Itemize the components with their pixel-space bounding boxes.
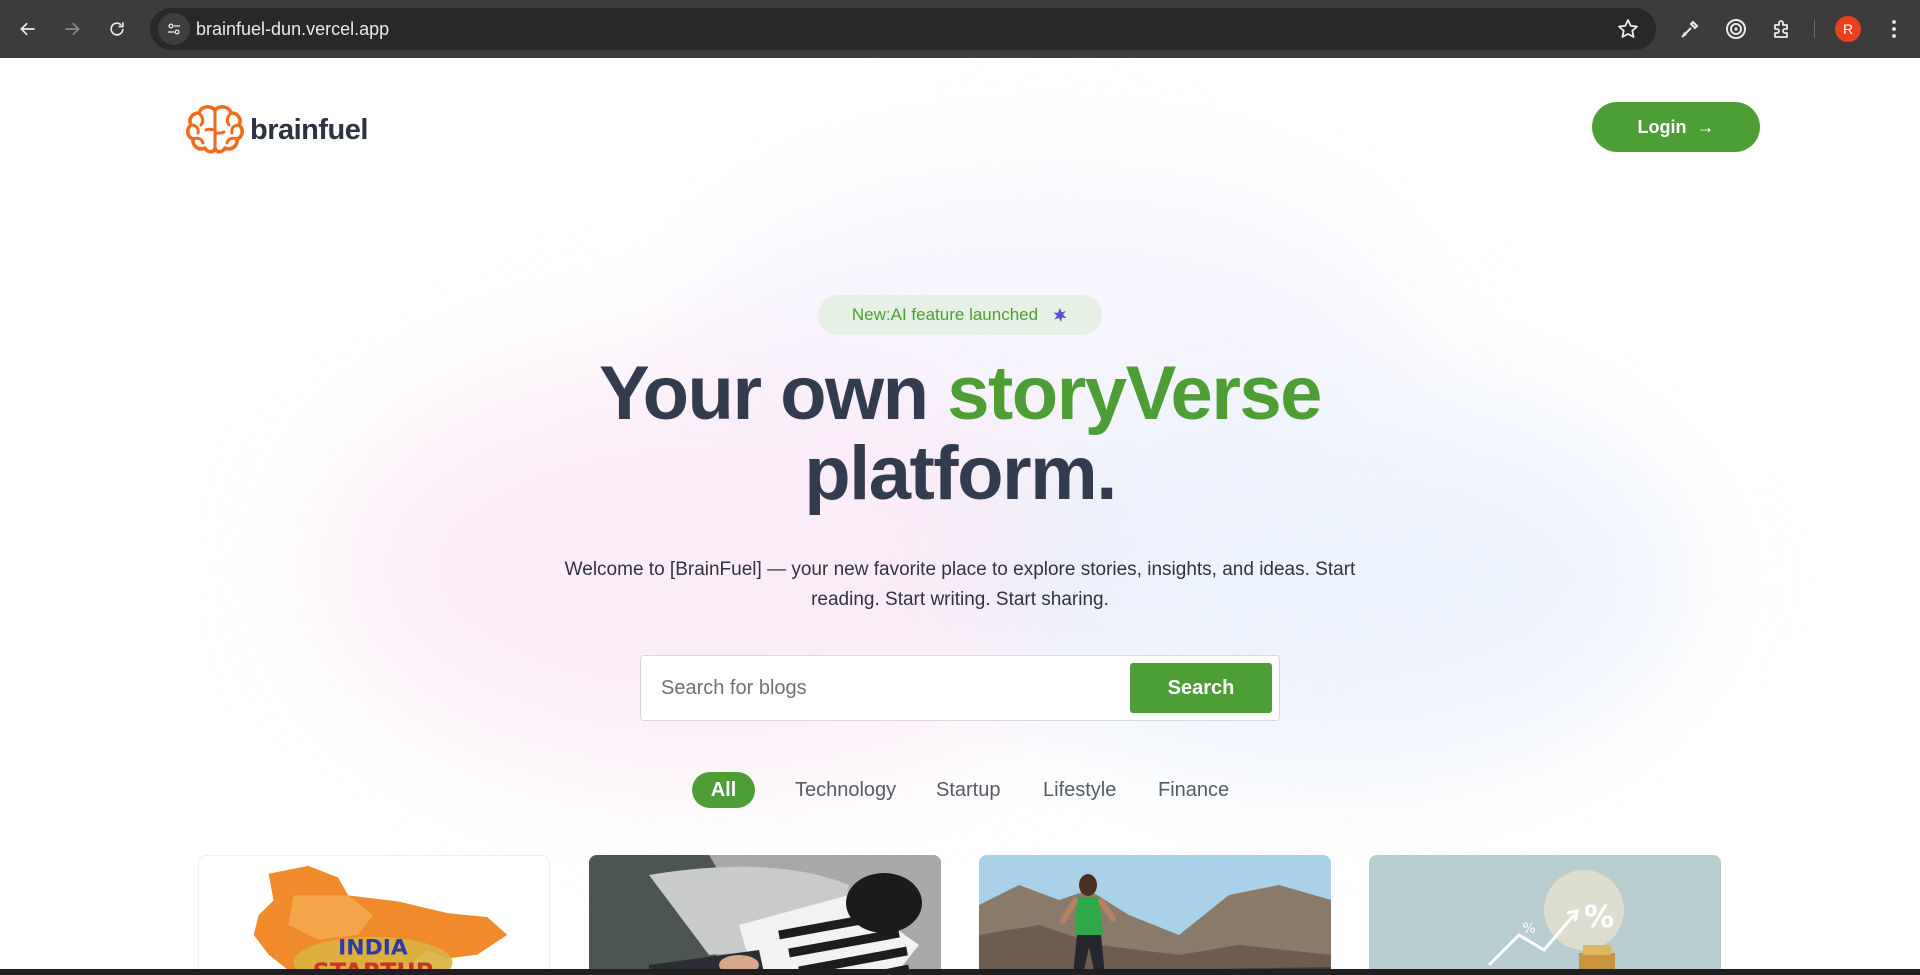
site-info-icon[interactable]: [158, 13, 190, 45]
blog-card-image: INDIA STARTUP: [199, 856, 549, 969]
arrow-right-icon: [65, 22, 80, 36]
hero-subtitle: Welcome to [BrainFuel] — your new favori…: [564, 559, 1356, 610]
hero-title-part1: Your own: [599, 351, 948, 436]
page-viewport: brainfuel Login → New:AI feature launche…: [0, 58, 1920, 969]
blog-card-image: [979, 855, 1331, 969]
blog-card[interactable]: [589, 855, 941, 969]
sparkle-icon: [1053, 308, 1067, 322]
toolbar-separator: [1814, 20, 1815, 38]
brand-logo[interactable]: brainfuel: [186, 102, 368, 158]
category-tab-technology[interactable]: Technology: [795, 772, 896, 808]
extensions-puzzle-icon[interactable]: [1768, 15, 1796, 43]
login-label: Login: [1637, 116, 1687, 137]
badge-text: New:AI feature launched: [851, 305, 1039, 324]
search-button[interactable]: Search: [1130, 663, 1272, 713]
address-bar[interactable]: brainfuel-dun.vercel.app: [150, 8, 1656, 50]
reload-icon: [110, 22, 124, 36]
arrow-right-icon: →: [1696, 116, 1715, 137]
arrow-left-icon: [20, 22, 35, 36]
category-tabs: All Technology Startup Lifestyle Finance: [0, 772, 1920, 808]
blog-card-image: [589, 855, 941, 969]
hero-title-accent: storyVerse: [947, 351, 1322, 436]
svg-text:INDIA: INDIA: [338, 936, 408, 961]
target-extension-icon[interactable]: [1722, 15, 1750, 43]
url-text[interactable]: brainfuel-dun.vercel.app: [196, 8, 389, 50]
category-tab-all[interactable]: All: [692, 772, 755, 808]
blog-card[interactable]: [979, 855, 1331, 969]
svg-text:%: %: [1522, 921, 1535, 937]
brain-icon: [186, 105, 244, 154]
forward-button[interactable]: [56, 13, 88, 45]
card-image-label: %: [1584, 900, 1614, 935]
search-form: Search: [640, 655, 1280, 721]
search-input[interactable]: [661, 656, 1101, 720]
login-button[interactable]: Login →: [1592, 102, 1760, 152]
card-image-label: STARTUP: [313, 958, 433, 969]
category-tab-finance[interactable]: Finance: [1158, 772, 1229, 808]
blog-card[interactable]: INDIA STARTUP: [198, 855, 550, 969]
logo-text: brainfuel: [250, 113, 368, 146]
window-bottom-edge: [0, 969, 1920, 975]
hero-title-part2: platform.: [804, 431, 1117, 516]
back-button[interactable]: [12, 13, 44, 45]
category-tab-startup[interactable]: Startup: [936, 772, 1000, 808]
browser-toolbar: brainfuel-dun.vercel.app R: [0, 0, 1920, 58]
profile-avatar[interactable]: R: [1835, 16, 1861, 42]
announcement-badge: New:AI feature launched: [818, 295, 1102, 335]
bookmark-star-icon[interactable]: [1616, 17, 1640, 41]
eyedropper-extension-icon[interactable]: [1676, 15, 1704, 43]
hero-title: Your own storyVerse platform.: [460, 354, 1460, 514]
category-tab-lifestyle[interactable]: Lifestyle: [1043, 772, 1116, 808]
kebab-menu-icon[interactable]: [1880, 15, 1908, 43]
blog-card-image: % %: [1369, 855, 1721, 969]
blog-card[interactable]: % %: [1369, 855, 1721, 969]
reload-button[interactable]: [101, 13, 133, 45]
